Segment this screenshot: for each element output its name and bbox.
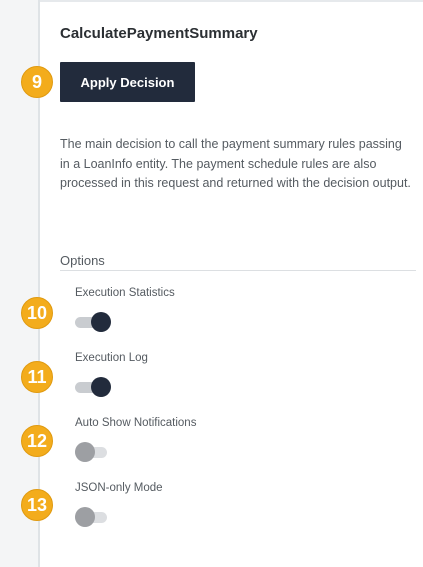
toggle-thumb: [75, 442, 95, 462]
toggle-thumb: [91, 312, 111, 332]
top-divider: [40, 0, 423, 2]
toggle-thumb: [75, 507, 95, 527]
json-only-mode-toggle[interactable]: [75, 506, 111, 528]
options-divider: [60, 270, 416, 271]
execution-log-label: Execution Log: [75, 352, 148, 364]
step-badge-11: 11: [21, 361, 53, 393]
execution-statistics-label: Execution Statistics: [75, 287, 175, 299]
toggle-thumb: [91, 377, 111, 397]
decision-panel: CalculatePaymentSummary 9 Apply Decision…: [0, 0, 423, 567]
execution-statistics-toggle[interactable]: [75, 311, 111, 333]
decision-title: CalculatePaymentSummary: [60, 25, 258, 42]
execution-log-toggle[interactable]: [75, 376, 111, 398]
step-badge-9: 9: [21, 66, 53, 98]
options-heading: Options: [60, 253, 105, 268]
step-badge-13: 13: [21, 489, 53, 521]
step-badge-12: 12: [21, 425, 53, 457]
auto-show-notifications-toggle[interactable]: [75, 441, 111, 463]
apply-decision-button[interactable]: Apply Decision: [60, 62, 195, 102]
decision-description: The main decision to call the payment su…: [60, 137, 411, 190]
step-badge-10: 10: [21, 297, 53, 329]
auto-show-notifications-label: Auto Show Notifications: [75, 417, 197, 429]
json-only-mode-label: JSON-only Mode: [75, 482, 163, 494]
